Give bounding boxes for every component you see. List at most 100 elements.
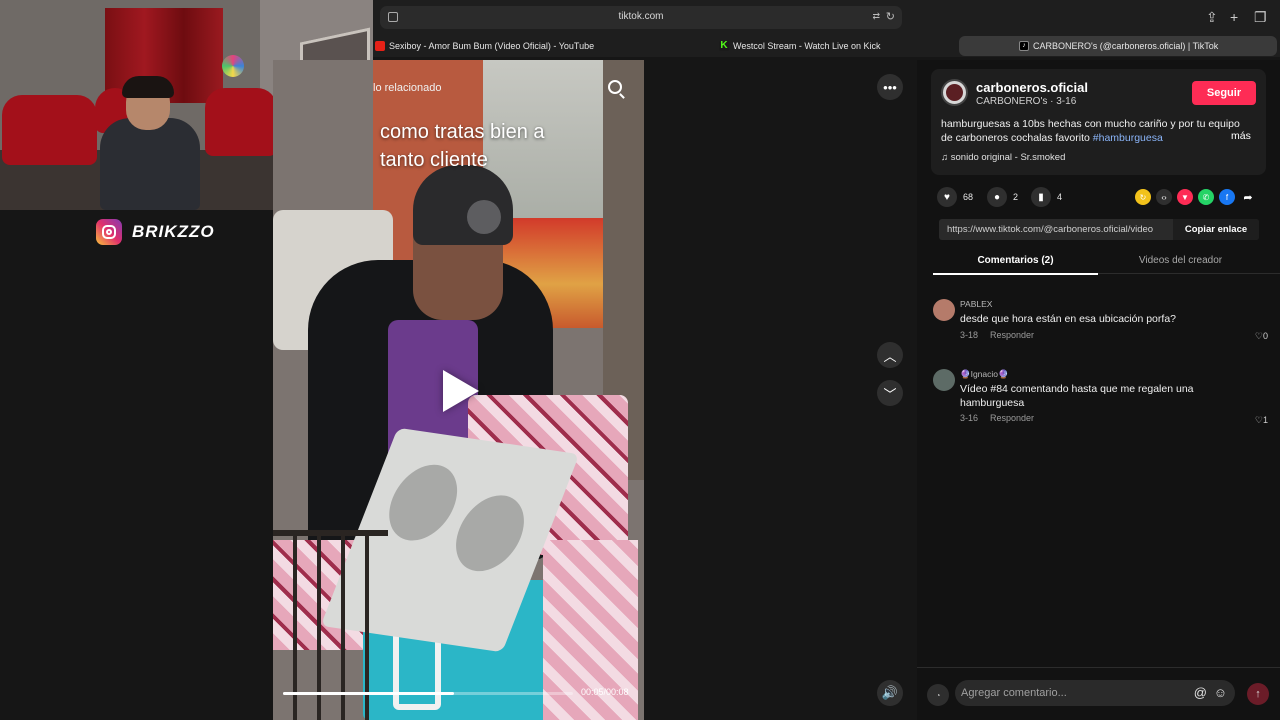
play-icon[interactable] [443, 370, 479, 412]
like-button[interactable]: ♥ 68 [937, 187, 973, 207]
streamer-body [100, 118, 200, 210]
tab-label: Sexiboy - Amor Bum Bum (Video Oficial) -… [389, 41, 595, 51]
like-count: 68 [963, 192, 974, 202]
comment-item: 🔮Ignacio🔮 Vídeo #84 comentando hasta que… [933, 369, 1268, 429]
reload-icon[interactable]: ↻ [886, 10, 895, 23]
tab-bar: Sexiboy - Amor Bum Bum (Video Oficial) -… [373, 35, 1280, 57]
search-icon[interactable] [608, 80, 622, 94]
author-name[interactable]: carboneros.oficial [976, 80, 1088, 95]
tiktok-icon: ♪ [1019, 41, 1029, 51]
heart-icon: ♥ [937, 187, 957, 207]
progress-bar[interactable] [283, 692, 573, 695]
video-time: 00:05/00:08 [581, 687, 629, 697]
send-icon[interactable]: ▼ [1177, 189, 1193, 205]
chevron-down-icon[interactable]: ﹀ [877, 380, 903, 406]
music-note-icon: ♫ [941, 152, 951, 163]
tab-label: Westcol Stream - Watch Live on Kick [733, 41, 881, 51]
tab-label: CARBONERO's (@carboneros.oficial) | TikT… [1033, 41, 1219, 51]
comment-meta: 3-18 Responder [960, 330, 1034, 340]
tab-tiktok[interactable]: ♪ CARBONERO's (@carboneros.oficial) | Ti… [959, 36, 1277, 56]
comment-input[interactable] [961, 684, 1191, 702]
video-player[interactable]: lo relacionado como tratas bien a tanto … [273, 60, 644, 720]
commenter-name[interactable]: 🔮Ignacio🔮 [960, 369, 1009, 380]
instagram-handle: BRIKZZO [132, 222, 215, 241]
armchair [2, 95, 97, 165]
streamer-hair [122, 76, 174, 98]
copy-link-button[interactable]: Copiar enlace [1173, 219, 1259, 240]
active-tab-indicator [933, 273, 1098, 275]
screen: BRIKZZO tiktok.com ⇄ ↻ ⇪ + ❐ Sexiboy - A… [0, 0, 1280, 720]
whatsapp-icon[interactable]: ✆ [1198, 189, 1214, 205]
browser-toolbar: tiktok.com ⇄ ↻ ⇪ + ❐ [373, 0, 1280, 35]
save-button[interactable]: ▮ 4 [1031, 187, 1062, 207]
post-link[interactable]: https://www.tiktok.com/@carboneros.ofici… [947, 224, 1173, 235]
tab-youtube[interactable]: Sexiboy - Amor Bum Bum (Video Oficial) -… [375, 36, 594, 56]
commenter-name[interactable]: PABLEX [960, 299, 992, 309]
comment-field[interactable]: @ ☺ [955, 680, 1235, 706]
follow-button[interactable]: Seguir [1192, 81, 1256, 105]
new-tab-icon[interactable]: + [1230, 9, 1238, 25]
bookmark-icon: ▮ [1031, 187, 1051, 207]
mention-icon[interactable]: @ [1194, 685, 1207, 700]
author-avatar[interactable] [941, 79, 968, 106]
prize-wheel [222, 55, 244, 77]
comment-like[interactable]: ♡1 [1255, 415, 1268, 426]
tab-kick[interactable]: K Westcol Stream - Watch Live on Kick [719, 36, 881, 56]
reply-button[interactable]: Responder [990, 330, 1034, 340]
author-subtitle: CARBONERO's · 3-16 [976, 96, 1077, 107]
video-caption: como tratas bien a tanto cliente [380, 121, 545, 171]
comment-like[interactable]: ♡0 [1255, 331, 1268, 342]
lid-hole [444, 491, 536, 576]
more-options-icon[interactable]: ••• [877, 74, 903, 100]
translate-icon[interactable]: ⇄ [872, 11, 880, 22]
repost-icon[interactable]: ↻ [1135, 189, 1151, 205]
tab-creator-videos[interactable]: Videos del creador [1098, 255, 1263, 266]
commenter-avatar[interactable] [933, 299, 955, 321]
share-icon[interactable]: ⇪ [1206, 9, 1218, 25]
comment-button[interactable]: ● 2 [987, 187, 1018, 207]
post-info-card: carboneros.oficial CARBONERO's · 3-16 Se… [931, 69, 1266, 175]
embed-icon[interactable]: ‹› [1156, 189, 1172, 205]
related-search-label[interactable]: lo relacionado [373, 82, 442, 94]
sound-name: sonido original - Sr.smoked [950, 152, 1066, 163]
kick-icon: K [719, 40, 729, 51]
heart-outline-icon: ♡ [1254, 415, 1263, 425]
comment-count: 2 [1013, 192, 1019, 202]
reply-button[interactable]: Responder [990, 413, 1034, 423]
save-count: 4 [1057, 192, 1063, 202]
hashtag-link[interactable]: #hamburguesa [1093, 132, 1163, 144]
action-bar: ♥ 68 ● 2 ▮ 4 ↻ ‹› ▼ ✆ f ➦ [937, 187, 1267, 209]
share-arrow-icon[interactable]: ➦ [1240, 189, 1256, 205]
youtube-icon [375, 41, 385, 51]
heart-outline-icon: ♡ [1254, 331, 1263, 341]
commenter-avatar[interactable] [933, 369, 955, 391]
post-description: hamburguesas a 10bs hechas con mucho car… [941, 117, 1241, 145]
comment-like-count: 0 [1262, 331, 1268, 341]
address-bar[interactable]: tiktok.com ⇄ ↻ [380, 6, 902, 29]
emoji-icon[interactable]: ☺ [1214, 685, 1227, 700]
comment-date: 3-16 [960, 413, 979, 423]
volume-icon[interactable]: 🔊 [877, 680, 903, 706]
comment-like-count: 1 [1262, 415, 1268, 425]
lid-hole [377, 460, 469, 545]
video-cap [413, 165, 513, 245]
sound-info[interactable]: ♫ sonido original - Sr.smoked [941, 152, 1065, 163]
comment-item: PABLEX desde que hora están en esa ubica… [933, 299, 1268, 349]
armchair [205, 88, 277, 156]
user-avatar: ◔ [927, 684, 949, 706]
comment-icon: ● [987, 187, 1007, 207]
more-link[interactable]: más [1231, 130, 1251, 142]
facebook-icon[interactable]: f [1219, 189, 1235, 205]
progress-fill [283, 692, 455, 695]
url-text: tiktok.com [618, 11, 664, 22]
description-text: hamburguesas a 10bs hechas con mucho car… [941, 118, 1240, 144]
comment-composer: ◔ @ ☺ ↑ [917, 667, 1280, 720]
instagram-icon [96, 219, 122, 245]
comment-text: desde que hora están en esa ubicación po… [960, 313, 1176, 325]
panel-tabs: Comentarios (2) Videos del creador [933, 250, 1280, 275]
chevron-up-icon[interactable]: ︿ [877, 342, 903, 368]
tab-overview-icon[interactable]: ❐ [1254, 9, 1267, 25]
post-comment-button[interactable]: ↑ [1247, 683, 1269, 705]
tab-comments[interactable]: Comentarios (2) [933, 255, 1098, 266]
comment-date: 3-18 [960, 330, 979, 340]
